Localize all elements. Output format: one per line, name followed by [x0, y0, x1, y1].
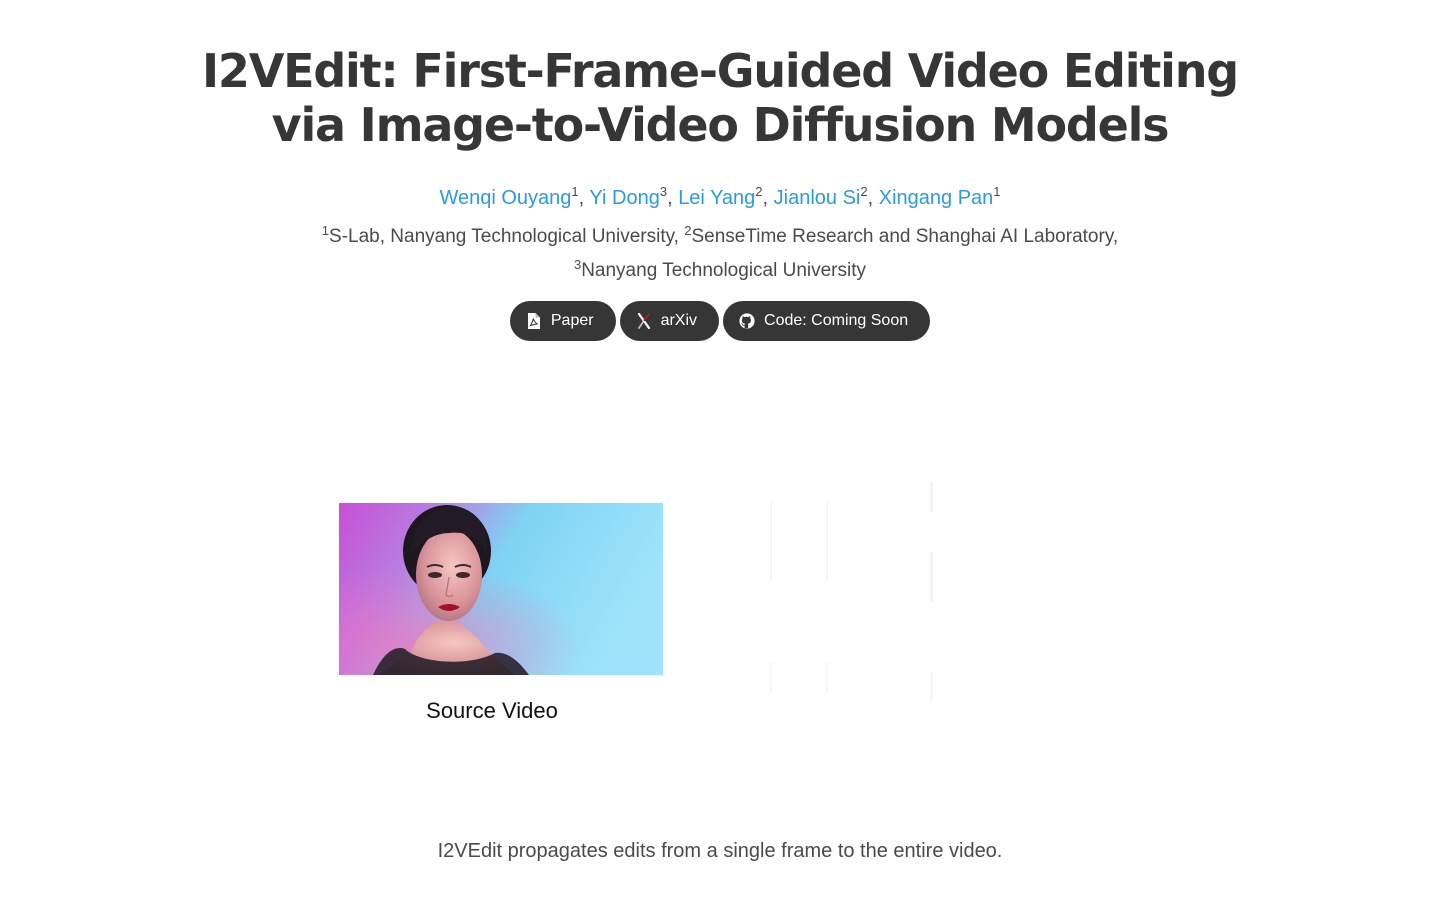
author-affil-sup: 3: [659, 184, 668, 199]
pdf-icon: [526, 313, 542, 329]
project-page: I2VEdit: First-Frame-Guided Video Editin…: [0, 0, 1440, 900]
github-icon: [739, 313, 755, 329]
arxiv-button[interactable]: arXiv: [619, 301, 720, 341]
affil-sup: 1: [321, 223, 330, 238]
affil-sup: 3: [573, 257, 582, 272]
author-affil-sup: 2: [860, 184, 868, 199]
arxiv-icon: [636, 313, 652, 329]
affiliation-line-2: 3Nanyang Technological University: [0, 254, 1440, 288]
author-separator: ,: [578, 187, 590, 209]
link-buttons: Paper arXiv Code: Coming Soon: [0, 301, 1440, 341]
paper-button[interactable]: Paper: [509, 301, 616, 341]
author-list: Wenqi Ouyang1, Yi Dong3, Lei Yang2, Jian…: [0, 184, 1440, 212]
author-link[interactable]: Xingang Pan: [879, 187, 994, 209]
paper-button-label: Paper: [550, 312, 594, 329]
author-link[interactable]: Jianlou Si: [774, 187, 861, 209]
code-button[interactable]: Code: Coming Soon: [723, 301, 931, 341]
video-frame-image: [339, 503, 663, 675]
edited-video-placeholder: [770, 482, 933, 700]
title-line-1: I2VEdit: First-Frame-Guided Video Editin…: [201, 44, 1239, 98]
title-line-2: via Image-to-Video Diffusion Models: [271, 98, 1170, 152]
affiliation-text: SenseTime Research and Shanghai AI Labor…: [691, 226, 1119, 247]
affiliation-line-1: 1S-Lab, Nanyang Technological University…: [0, 220, 1440, 254]
author-affil-sup: 1: [993, 184, 1001, 199]
author-affil-sup: 2: [755, 184, 763, 199]
author-separator: ,: [762, 187, 774, 209]
author-link[interactable]: Yi Dong: [589, 187, 659, 209]
author-link[interactable]: Lei Yang: [678, 187, 755, 209]
code-button-label: Code: Coming Soon: [764, 312, 909, 329]
affiliation-text: Nanyang Technological University: [581, 260, 867, 281]
arxiv-button-label: arXiv: [660, 312, 698, 329]
page-title: I2VEdit: First-Frame-Guided Video Editin…: [0, 44, 1440, 152]
author-affil-sup: 1: [571, 184, 579, 199]
summary-text: I2VEdit propagates edits from a single f…: [437, 840, 1003, 862]
author-separator: ,: [867, 187, 879, 209]
source-video[interactable]: [339, 503, 663, 675]
author-separator: ,: [667, 187, 679, 209]
affiliations: 1S-Lab, Nanyang Technological University…: [0, 220, 1440, 288]
affiliation-text: S-Lab, Nanyang Technological University,: [329, 226, 685, 247]
author-link[interactable]: Wenqi Ouyang: [439, 187, 571, 209]
affil-sup: 2: [684, 223, 692, 238]
source-video-caption: Source Video: [426, 698, 558, 723]
